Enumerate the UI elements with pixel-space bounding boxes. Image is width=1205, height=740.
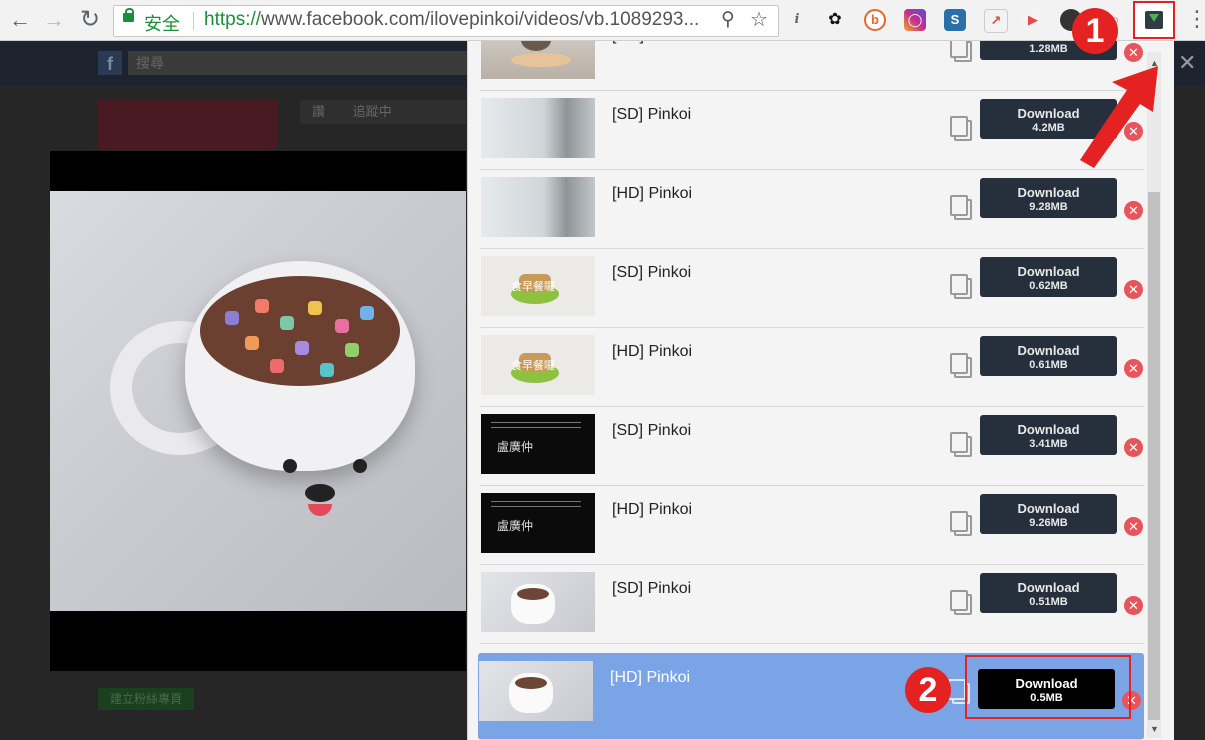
- step-1-badge: 1: [1072, 8, 1118, 54]
- red-arrow: [1080, 66, 1158, 168]
- step-2-badge: 2: [905, 667, 951, 713]
